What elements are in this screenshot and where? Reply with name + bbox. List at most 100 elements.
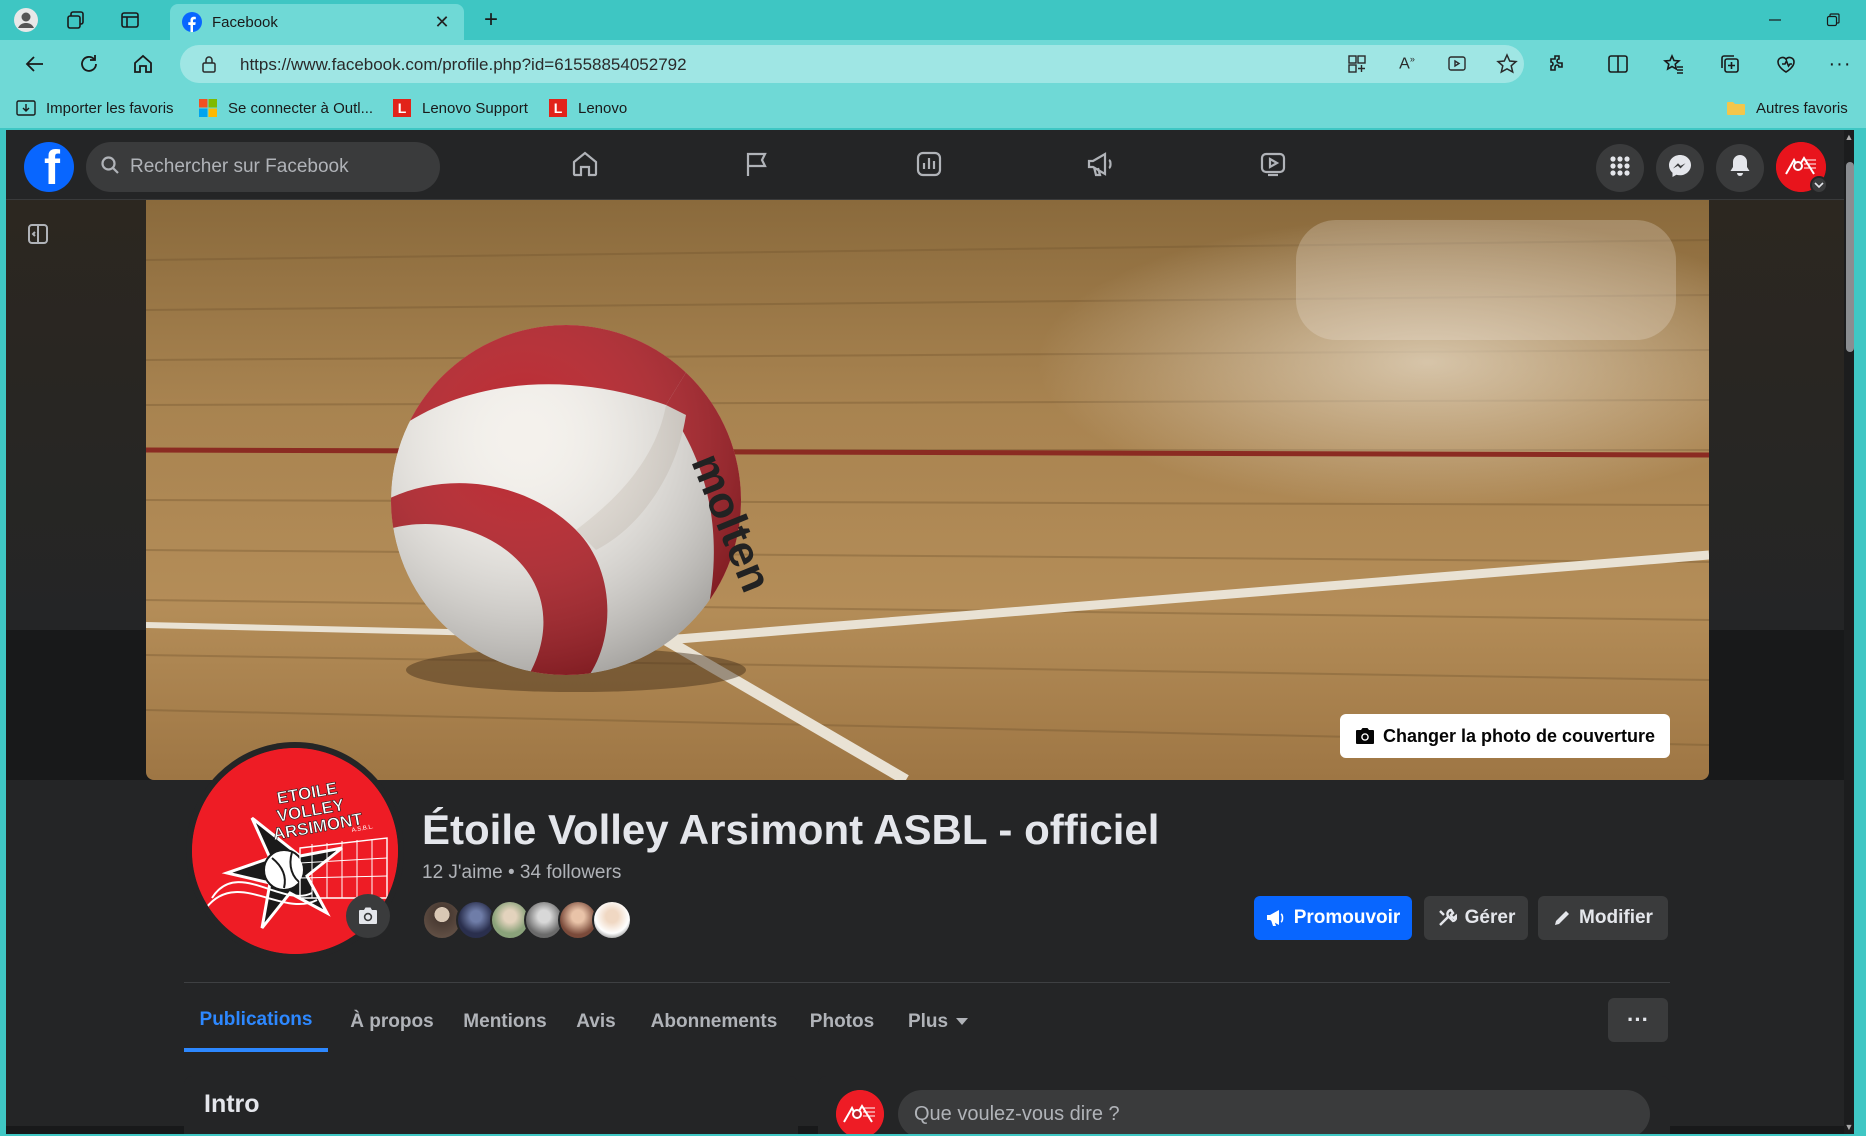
tab-subscriptions[interactable]: Abonnements xyxy=(640,992,788,1052)
account-chevron-down-icon[interactable] xyxy=(1810,176,1828,194)
fav-import[interactable]: Importer les favoris xyxy=(16,97,174,119)
scroll-up-icon[interactable]: ▲ xyxy=(1844,132,1854,142)
nav-home[interactable] xyxy=(530,140,640,192)
facebook-logo-icon[interactable]: f xyxy=(24,142,74,192)
search-icon xyxy=(100,155,120,180)
tab-photos[interactable]: Photos xyxy=(800,992,884,1052)
home-icon xyxy=(571,150,599,183)
browser-essentials-icon[interactable] xyxy=(1768,48,1804,80)
split-screen-icon[interactable] xyxy=(1600,48,1636,80)
change-cover-label: Changer la photo de couverture xyxy=(1382,725,1656,746)
fav-lenovo-support[interactable]: L Lenovo Support xyxy=(392,97,528,119)
notifications-button[interactable] xyxy=(1716,144,1764,192)
tab-more[interactable]: Plus xyxy=(898,992,978,1052)
url-text[interactable]: https://www.facebook.com/profile.php?id=… xyxy=(240,55,687,75)
edit-label: Modifier xyxy=(1579,907,1653,928)
tab-actions-icon[interactable] xyxy=(114,6,146,34)
promote-button[interactable]: Promouvoir xyxy=(1254,896,1412,940)
close-tab-icon[interactable]: ✕ xyxy=(432,12,452,33)
profile-icon[interactable] xyxy=(10,6,42,34)
composer-input[interactable] xyxy=(898,1090,1650,1134)
favorites-icon[interactable] xyxy=(1656,48,1692,80)
tools-icon xyxy=(1437,908,1457,928)
tab-title: Facebook xyxy=(212,13,278,31)
more-options-button[interactable]: ··· xyxy=(1608,998,1668,1042)
tab-reviews[interactable]: Avis xyxy=(568,992,624,1052)
app-available-icon[interactable] xyxy=(1342,51,1372,77)
messenger-button[interactable] xyxy=(1656,144,1704,192)
megaphone-icon xyxy=(1086,150,1116,183)
favorites-bar: Importer les favoris Se connecter à Outl… xyxy=(0,88,1866,128)
manage-label: Gérer xyxy=(1464,907,1516,928)
fav-other-folder[interactable]: Autres favoris xyxy=(1726,97,1848,119)
menu-button[interactable] xyxy=(1596,144,1644,192)
menu-grid-icon xyxy=(1609,155,1631,182)
intro-card: Intro xyxy=(184,1076,798,1134)
camera-icon xyxy=(1355,727,1375,745)
messenger-icon xyxy=(1668,154,1692,183)
fav-label: Se connecter à Outl... xyxy=(228,99,374,117)
tab-publications[interactable]: Publications xyxy=(184,992,328,1052)
tab-mentions[interactable]: Mentions xyxy=(456,992,554,1052)
back-icon[interactable] xyxy=(18,48,52,80)
browser-toolbar: https://www.facebook.com/profile.php?id=… xyxy=(0,40,1866,88)
post-composer xyxy=(818,1076,1670,1134)
camera-icon xyxy=(357,906,379,926)
restore-icon[interactable] xyxy=(1810,4,1856,36)
import-icon xyxy=(16,98,36,118)
fav-label: Importer les favoris xyxy=(46,99,174,117)
composer-avatar[interactable] xyxy=(836,1090,884,1134)
nav-video[interactable] xyxy=(1218,140,1328,192)
scrollbar-thumb[interactable] xyxy=(1846,162,1854,352)
video-icon xyxy=(1259,150,1287,183)
settings-more-icon[interactable]: ··· xyxy=(1822,48,1858,80)
profile-divider xyxy=(184,982,1670,983)
change-cover-button[interactable]: Changer la photo de couverture xyxy=(1340,714,1670,758)
address-bar[interactable]: https://www.facebook.com/profile.php?id=… xyxy=(180,45,1524,83)
lock-icon[interactable] xyxy=(194,51,224,77)
nav-pages[interactable] xyxy=(702,140,812,192)
extensions-icon[interactable] xyxy=(1540,48,1576,80)
cover-photo[interactable]: molten xyxy=(146,200,1709,780)
page-stats[interactable]: 12 J'aime • 34 followers xyxy=(422,862,621,884)
immersive-reader-icon[interactable] xyxy=(1442,51,1472,77)
scroll-down-icon[interactable]: ▼ xyxy=(1844,1122,1854,1132)
facebook-favicon-icon xyxy=(182,12,202,32)
facebook-top-bar: f xyxy=(6,130,1854,200)
lenovo-icon: L xyxy=(392,98,412,118)
fav-lenovo[interactable]: L Lenovo xyxy=(548,97,627,119)
folder-icon xyxy=(1726,98,1746,118)
favorite-star-icon[interactable] xyxy=(1492,51,1522,77)
collections-icon[interactable] xyxy=(1712,48,1748,80)
nav-ads[interactable] xyxy=(1046,140,1156,192)
bell-icon xyxy=(1729,154,1751,183)
fav-label: Lenovo xyxy=(578,99,628,117)
flag-icon xyxy=(743,150,771,183)
lenovo-icon: L xyxy=(548,98,568,118)
caret-down-icon xyxy=(956,1018,969,1026)
page-title: Étoile Volley Arsimont ASBL - officiel xyxy=(422,806,1160,853)
tab-about[interactable]: À propos xyxy=(344,992,440,1052)
pencil-icon xyxy=(1553,909,1571,927)
web-viewport: molten Changer la photo de couverture f xyxy=(6,130,1854,1134)
sidebar-toggle-icon[interactable] xyxy=(20,216,56,252)
search-input[interactable] xyxy=(130,156,410,178)
facebook-search[interactable] xyxy=(86,142,440,192)
fav-label: Lenovo Support xyxy=(422,99,528,117)
fav-outlook[interactable]: Se connecter à Outl... xyxy=(198,97,373,119)
new-tab-icon[interactable]: + xyxy=(476,6,506,34)
manage-button[interactable]: Gérer xyxy=(1424,896,1528,940)
update-profile-picture-button[interactable] xyxy=(346,894,390,938)
microsoft-icon xyxy=(198,98,218,118)
home-browser-icon[interactable] xyxy=(126,48,160,80)
avatar[interactable] xyxy=(592,900,632,940)
promote-label: Promouvoir xyxy=(1293,907,1401,928)
minimize-icon[interactable] xyxy=(1752,4,1798,36)
edit-button[interactable]: Modifier xyxy=(1538,896,1668,940)
browser-tab-facebook[interactable]: Facebook ✕ xyxy=(170,4,464,40)
nav-insights[interactable] xyxy=(874,140,984,192)
workspaces-icon[interactable] xyxy=(60,6,92,34)
insights-icon xyxy=(915,150,943,183)
read-aloud-icon[interactable]: A» xyxy=(1392,51,1422,77)
refresh-icon[interactable] xyxy=(72,48,106,80)
